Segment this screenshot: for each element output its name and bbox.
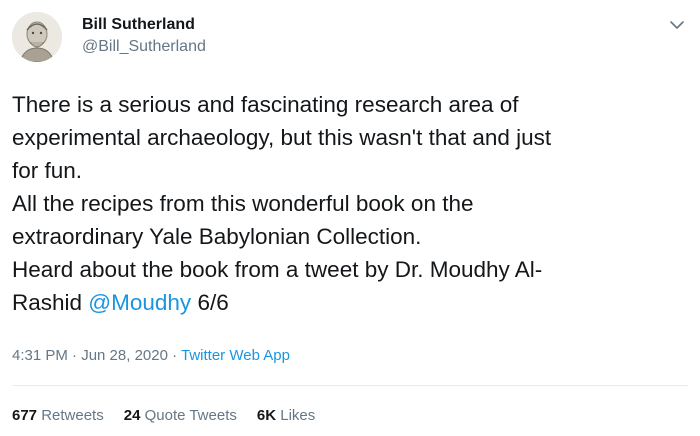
stat-label: Quote Tweets <box>140 407 237 424</box>
tweet-text-segment: extraordinary Yale Babylonian Collection… <box>12 224 422 249</box>
stat-label: Likes <box>276 407 316 424</box>
tweet-stats: 677 Retweets 24 Quote Tweets 6K Likes <box>12 406 335 426</box>
stat-likes[interactable]: 6K Likes <box>257 406 315 426</box>
stat-count: 24 <box>123 407 141 424</box>
tweet-text-line: extraordinary Yale Babylonian Collection… <box>12 220 688 253</box>
tweet-text-segment: Rashid <box>12 290 89 315</box>
stat-count: 677 <box>12 407 38 424</box>
tweet-text-segment: There is a serious and fascinating resea… <box>12 92 519 117</box>
tweet-text-segment: experimental archaeology, but this wasn'… <box>12 125 552 150</box>
tweet-text-line: for fun. <box>12 154 688 187</box>
tweet: Bill Sutherland @Bill_Sutherland There i… <box>0 0 700 436</box>
stat-quote-tweets[interactable]: 24 Quote Tweets <box>124 406 237 426</box>
tweet-text-line: Rashid @Moudhy 6/6 <box>12 286 688 319</box>
chevron-down-icon[interactable] <box>668 18 686 32</box>
tweet-text-segment: Heard about the book from a tweet by Dr.… <box>12 257 543 282</box>
stat-label: Retweets <box>37 407 104 424</box>
stat-count: 6K <box>256 407 277 424</box>
divider <box>12 385 688 386</box>
tweet-header: Bill Sutherland @Bill_Sutherland <box>12 12 688 62</box>
tweet-text-segment: All the recipes from this wonderful book… <box>12 191 474 216</box>
tweet-metadata: 4:31 PM · Jun 28, 2020 · Twitter Web App <box>12 346 290 366</box>
author-names: Bill Sutherland @Bill_Sutherland <box>82 14 206 58</box>
tweet-text: There is a serious and fascinating resea… <box>12 88 688 319</box>
author-handle[interactable]: @Bill_Sutherland <box>82 36 206 58</box>
mention-link[interactable]: @Moudhy <box>88 290 191 315</box>
tweet-source-app[interactable]: Twitter Web App <box>181 347 290 364</box>
tweet-text-line: All the recipes from this wonderful book… <box>12 187 688 220</box>
tweet-text-segment: for fun. <box>12 158 83 183</box>
tweet-text-line: Heard about the book from a tweet by Dr.… <box>12 253 688 286</box>
tweet-text-line: There is a serious and fascinating resea… <box>12 88 688 121</box>
tweet-timestamp[interactable]: 4:31 PM · Jun 28, 2020 · <box>12 347 181 364</box>
tweet-text-segment: 6/6 <box>191 290 229 315</box>
stat-retweets[interactable]: 677 Retweets <box>12 406 104 426</box>
avatar-sketch-icon <box>12 12 62 62</box>
avatar[interactable] <box>12 12 62 62</box>
author-display-name[interactable]: Bill Sutherland <box>82 14 206 36</box>
tweet-text-line: experimental archaeology, but this wasn'… <box>12 121 688 154</box>
